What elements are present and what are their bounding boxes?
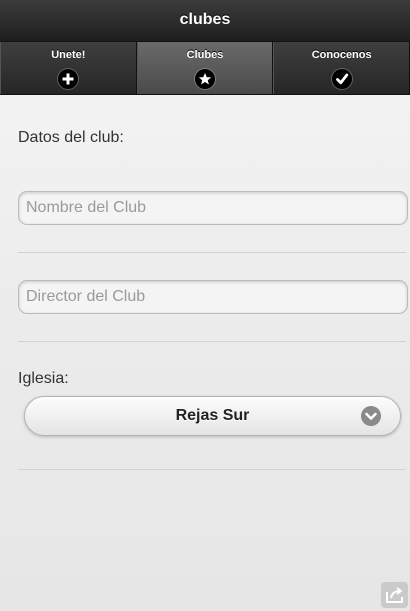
tab-conocenos[interactable]: Conocenos bbox=[273, 42, 410, 94]
share-icon bbox=[386, 587, 403, 603]
page-title: clubes bbox=[179, 11, 231, 28]
divider bbox=[18, 469, 406, 470]
app-header: clubes bbox=[0, 0, 410, 42]
club-director-input[interactable] bbox=[18, 280, 408, 314]
check-icon bbox=[331, 69, 352, 89]
star-icon bbox=[195, 69, 215, 89]
tab-clubes-label: Clubes bbox=[186, 49, 224, 61]
church-select[interactable]: Rejas Sur bbox=[24, 396, 401, 436]
section-title: Datos del club: bbox=[18, 129, 124, 146]
tab-conocenos-label: Conocenos bbox=[311, 49, 372, 61]
church-label: Iglesia: bbox=[18, 370, 69, 387]
divider bbox=[18, 341, 406, 342]
divider bbox=[18, 252, 406, 253]
chevron-down-icon bbox=[361, 406, 381, 426]
plus-icon bbox=[58, 69, 79, 89]
tab-clubes[interactable]: Clubes bbox=[136, 42, 274, 94]
tab-unete[interactable]: Unete! bbox=[0, 42, 137, 94]
tab-navbar: Unete! Clubes Conocenos bbox=[0, 42, 410, 95]
church-select-value: Rejas Sur bbox=[175, 407, 250, 424]
club-name-input[interactable] bbox=[18, 191, 408, 225]
tab-unete-label: Unete! bbox=[51, 49, 86, 61]
share-button[interactable] bbox=[381, 582, 408, 608]
